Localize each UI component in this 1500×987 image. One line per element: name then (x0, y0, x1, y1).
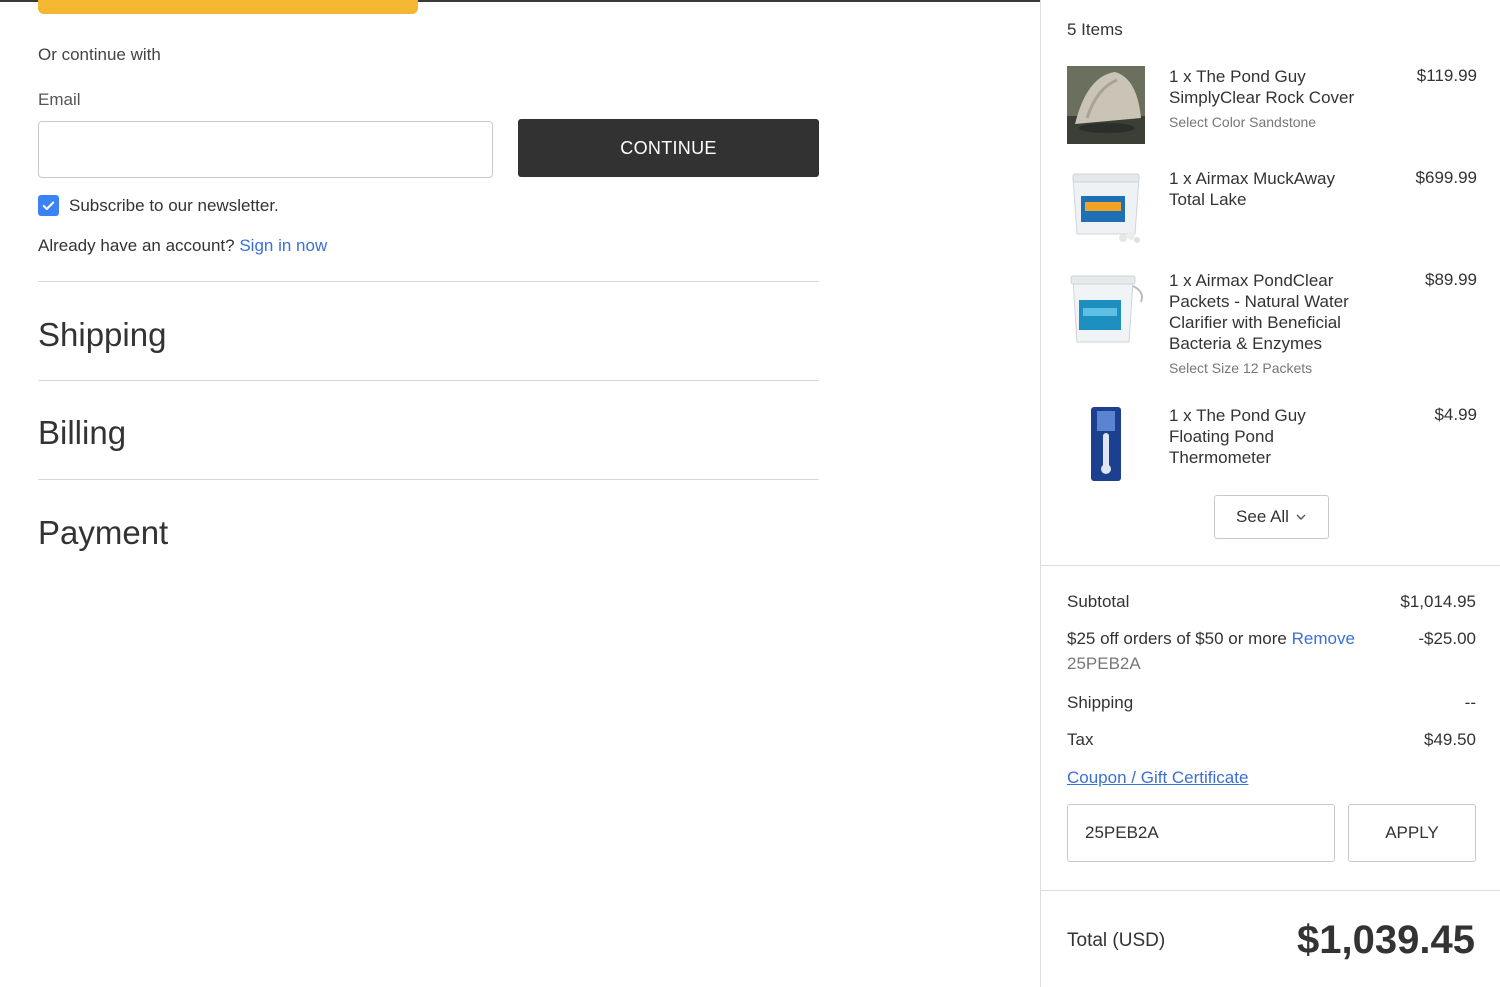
muckaway-bucket-image (1067, 168, 1145, 246)
payment-section-title[interactable]: Payment (38, 514, 168, 552)
newsletter-option[interactable]: Subscribe to our newsletter. (38, 195, 279, 216)
total-label: Total (USD) (1067, 930, 1166, 951)
email-label: Email (38, 90, 81, 109)
tax-row: Tax $49.50 (1067, 730, 1476, 750)
item-name-block: 1 x The Pond Guy Floating Pond Thermomet… (1169, 405, 1369, 468)
item-price: $89.99 (1425, 270, 1477, 289)
coupon-code-input[interactable] (1067, 804, 1335, 862)
shipping-section-title[interactable]: Shipping (38, 316, 166, 354)
checkmark-icon (42, 201, 55, 210)
item-name-block: 1 x The Pond Guy SimplyClear Rock Cover … (1169, 66, 1369, 133)
summary-divider (1041, 565, 1500, 566)
section-divider (38, 380, 819, 381)
discount-value: -$25.00 (1418, 629, 1476, 648)
item-name: 1 x Airmax PondClear Packets - Natural W… (1169, 271, 1349, 353)
apply-coupon-button[interactable]: APPLY (1348, 804, 1476, 862)
tax-value: $49.50 (1424, 730, 1476, 749)
shipping-row: Shipping -- (1067, 693, 1476, 713)
thermometer-image (1067, 405, 1145, 483)
email-field[interactable] (38, 121, 493, 178)
order-summary: 5 Items 1 x The Pond Guy SimplyClear Roc… (1040, 0, 1500, 987)
remove-discount-link[interactable]: Remove (1292, 629, 1355, 648)
section-divider (38, 479, 819, 480)
subtotal-row: Subtotal $1,014.95 (1067, 592, 1476, 612)
total-value: $1,039.45 (1297, 918, 1475, 962)
item-name: 1 x The Pond Guy Floating Pond Thermomet… (1169, 406, 1306, 467)
shipping-label: Shipping (1067, 693, 1134, 712)
section-divider (38, 281, 819, 282)
item-name-block: 1 x Airmax PondClear Packets - Natural W… (1169, 270, 1369, 379)
rock-cover-image (1067, 66, 1145, 144)
shipping-value: -- (1464, 693, 1476, 712)
see-all-button[interactable]: See All (1214, 495, 1329, 539)
subtotal-label: Subtotal (1067, 592, 1130, 611)
tax-label: Tax (1067, 730, 1094, 749)
see-all-label: See All (1236, 507, 1289, 526)
subtotal-value: $1,014.95 (1400, 592, 1476, 611)
sign-in-prompt: Already have an account? Sign in now (38, 236, 327, 256)
sign-in-link[interactable]: Sign in now (239, 236, 327, 255)
discount-row: $25 off orders of $50 or more Remove 25P… (1067, 629, 1476, 674)
express-checkout-button[interactable] (38, 0, 418, 14)
item-price: $699.99 (1415, 168, 1477, 187)
pondclear-bucket-image (1067, 270, 1145, 348)
item-price: $4.99 (1434, 405, 1477, 424)
item-option: Select Size 12 Packets (1169, 360, 1313, 376)
item-name: 1 x The Pond Guy SimplyClear Rock Cover (1169, 67, 1355, 107)
discount-label: $25 off orders of $50 or more (1067, 629, 1287, 648)
items-count: 5 Items (1067, 20, 1123, 39)
summary-divider (1041, 890, 1500, 891)
item-price: $119.99 (1416, 66, 1477, 85)
have-account-text: Already have an account? (38, 236, 235, 255)
billing-section-title[interactable]: Billing (38, 414, 126, 452)
newsletter-checkbox[interactable] (38, 195, 59, 216)
item-name-block: 1 x Airmax MuckAway Total Lake (1169, 168, 1369, 210)
item-option: Select Color Sandstone (1169, 114, 1317, 130)
newsletter-label: Subscribe to our newsletter. (69, 195, 279, 215)
discount-code: 25PEB2A (1067, 654, 1141, 673)
or-continue-text: Or continue with (38, 45, 161, 64)
item-name: 1 x Airmax MuckAway Total Lake (1169, 169, 1335, 209)
chevron-down-icon (1296, 514, 1306, 520)
coupon-gift-certificate-link[interactable]: Coupon / Gift Certificate (1067, 768, 1248, 788)
continue-button[interactable]: CONTINUE (518, 119, 819, 177)
